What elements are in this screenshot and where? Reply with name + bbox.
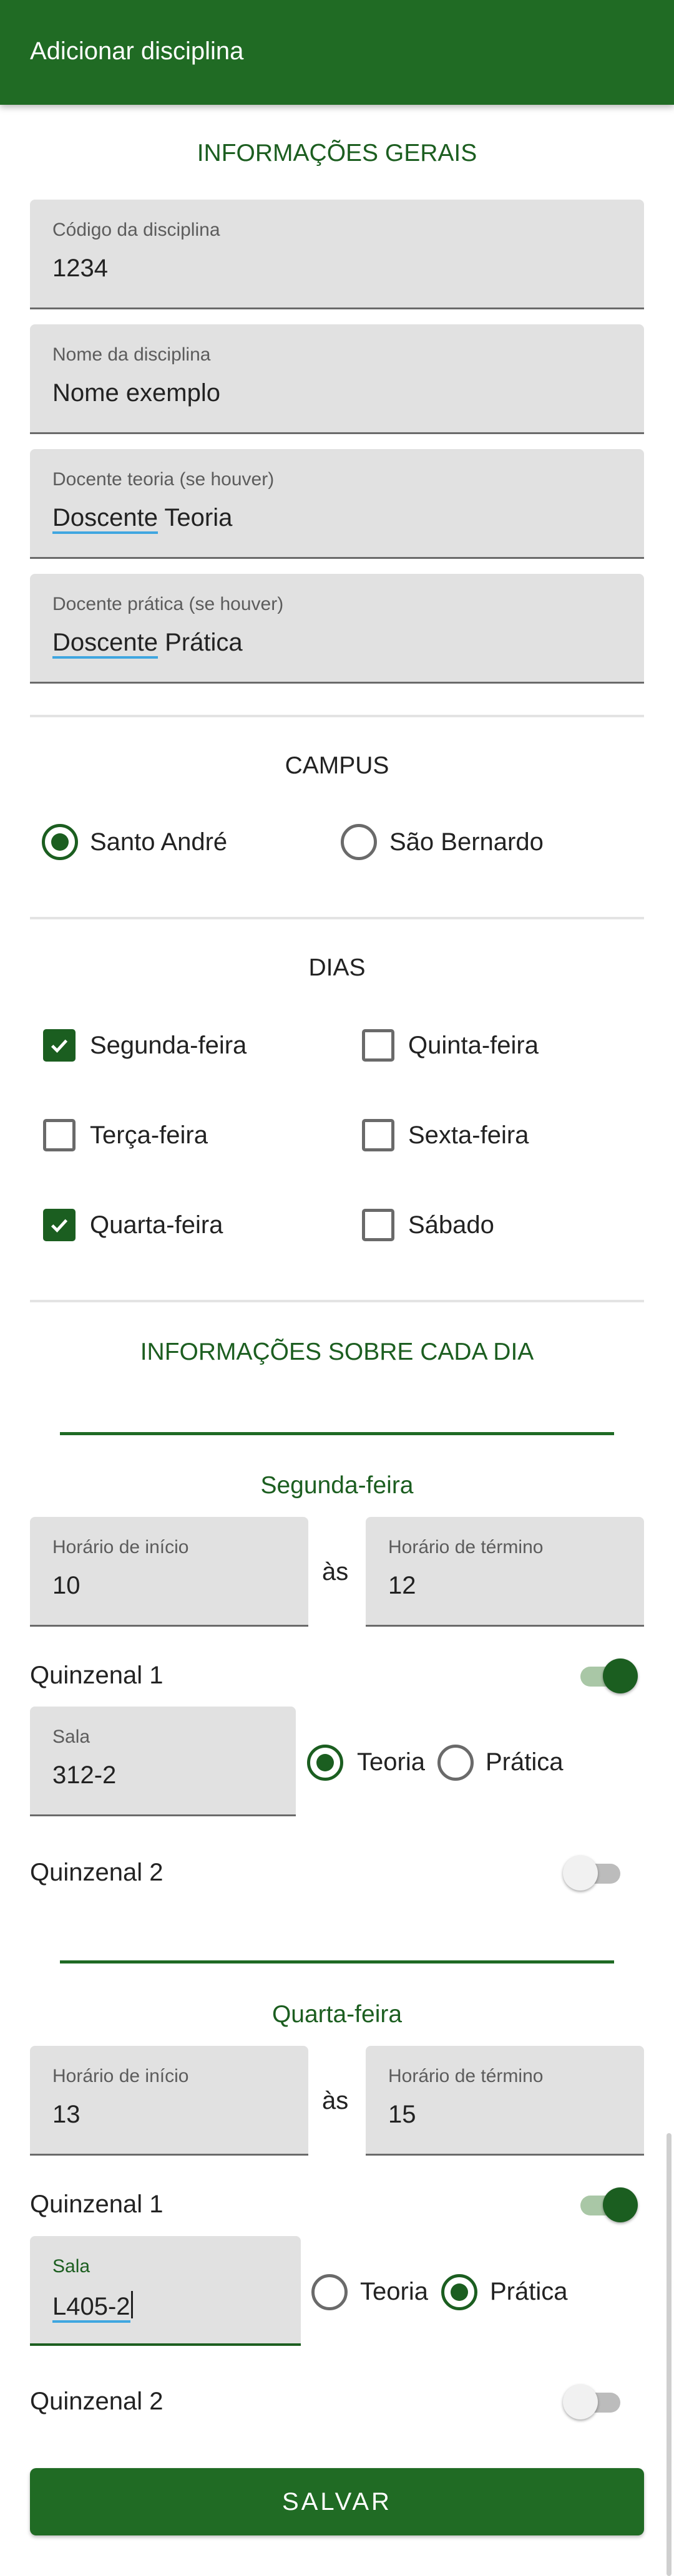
field-value: 10 <box>52 1572 81 1599</box>
field-value: L405-2 <box>52 2291 133 2323</box>
radio-dot <box>51 833 69 851</box>
day-block-title: Quarta-feira <box>271 2001 403 2028</box>
divider <box>30 1300 644 1302</box>
spellcheck-word: Doscente <box>52 629 158 659</box>
campus-radio-sao-bernardo[interactable] <box>341 824 377 860</box>
day-checkbox-sabado[interactable] <box>362 1209 394 1241</box>
day-checkbox-sexta[interactable] <box>362 1119 394 1151</box>
field-value: 12 <box>388 1572 416 1599</box>
field-label: Horário de término <box>388 1537 544 1557</box>
field-label: Docente teoria (se houver) <box>52 469 275 490</box>
practice-teacher-field[interactable]: Docente prática (se houver) Doscente Prá… <box>30 574 644 684</box>
type-radio-teoria[interactable] <box>311 2274 348 2310</box>
save-button[interactable]: SALVAR <box>30 2468 644 2535</box>
field-label: Código da disciplina <box>52 220 220 240</box>
room-field[interactable]: Sala 312-2 <box>30 1707 296 1816</box>
type-label-pratica[interactable]: Prática <box>486 1748 564 1776</box>
radio-dot <box>316 1754 334 1771</box>
quinzenal-1-label: Quinzenal 1 <box>30 1662 164 1689</box>
switch-thumb <box>603 1658 638 1693</box>
campus-label-santo-andre[interactable]: Santo André <box>90 828 227 856</box>
end-time-field[interactable]: Horário de término 12 <box>366 1517 644 1627</box>
scrollbar[interactable] <box>667 2133 672 2576</box>
time-separator: às <box>322 2087 349 2114</box>
field-label: Horário de início <box>52 2066 189 2086</box>
quinzenal-2-label: Quinzenal 2 <box>30 2388 164 2415</box>
field-value: Doscente Prática <box>52 629 243 659</box>
time-separator: às <box>322 1558 349 1586</box>
campus-label-sao-bernardo[interactable]: São Bernardo <box>389 828 544 856</box>
field-label: Nome da disciplina <box>52 344 211 365</box>
day-block-title: Segunda-feira <box>260 1472 414 1499</box>
field-value: 1234 <box>52 254 108 282</box>
switch-thumb <box>603 2187 638 2222</box>
section-title-days: DIAS <box>308 954 366 981</box>
day-label-segunda[interactable]: Segunda-feira <box>90 1032 247 1060</box>
field-value: 15 <box>388 2101 416 2128</box>
course-name-field[interactable]: Nome da disciplina Nome exemplo <box>30 324 644 434</box>
quinzenal-1-switch[interactable] <box>578 2186 638 2223</box>
text-cursor <box>130 2291 133 2318</box>
quinzenal-1-label: Quinzenal 1 <box>30 2191 164 2218</box>
course-code-field[interactable]: Código da disciplina 1234 <box>30 200 644 309</box>
section-title-general: INFORMAÇÕES GERAIS <box>197 140 477 167</box>
app-bar-title: Adicionar disciplina <box>30 37 244 65</box>
day-checkbox-quinta[interactable] <box>362 1029 394 1062</box>
divider <box>30 715 644 717</box>
value-rest: Prática <box>157 629 243 656</box>
type-radio-pratica[interactable] <box>437 1745 474 1781</box>
quinzenal-1-switch[interactable] <box>578 1657 638 1694</box>
check-icon <box>51 1219 68 1232</box>
section-title-day-info: INFORMAÇÕES SOBRE CADA DIA <box>140 1339 534 1365</box>
field-label: Horário de término <box>388 2066 544 2086</box>
field-label: Sala <box>52 2256 90 2277</box>
type-label-teoria[interactable]: Teoria <box>357 1748 425 1776</box>
day-label-quarta[interactable]: Quarta-feira <box>90 1211 223 1239</box>
quinzenal-2-label: Quinzenal 2 <box>30 1859 164 1886</box>
value-rest: Teoria <box>157 504 233 531</box>
field-label: Sala <box>52 1726 90 1747</box>
day-label-sexta[interactable]: Sexta-feira <box>408 1121 529 1150</box>
day-checkbox-quarta[interactable] <box>43 1209 76 1241</box>
spellcheck-word: L405-2 <box>52 2293 130 2323</box>
field-value: 312-2 <box>52 1761 117 1789</box>
day-separator-line <box>60 1432 614 1435</box>
day-label-sabado[interactable]: Sábado <box>408 1211 494 1239</box>
campus-radio-santo-andre[interactable] <box>42 824 78 860</box>
room-field[interactable]: Sala L405-2 <box>30 2236 301 2346</box>
day-checkbox-terca[interactable] <box>43 1119 76 1151</box>
day-separator-line <box>60 1960 614 1963</box>
type-label-teoria[interactable]: Teoria <box>360 2278 428 2306</box>
section-title-campus: CAMPUS <box>285 752 389 779</box>
start-time-field[interactable]: Horário de início 10 <box>30 1517 308 1627</box>
spellcheck-word: Doscente <box>52 504 158 534</box>
field-value: Nome exemplo <box>52 379 221 407</box>
field-value: Doscente Teoria <box>52 504 233 534</box>
field-label: Horário de início <box>52 1537 189 1557</box>
switch-thumb <box>563 2385 598 2419</box>
radio-dot <box>451 2283 468 2301</box>
switch-thumb <box>563 1856 598 1891</box>
theory-teacher-field[interactable]: Docente teoria (se houver) Doscente Teor… <box>30 449 644 559</box>
start-time-field[interactable]: Horário de início 13 <box>30 2046 308 2156</box>
field-value: 13 <box>52 2101 81 2128</box>
quinzenal-2-switch[interactable] <box>563 1854 623 1891</box>
day-checkbox-segunda[interactable] <box>43 1029 76 1062</box>
day-label-quinta[interactable]: Quinta-feira <box>408 1032 539 1060</box>
end-time-field[interactable]: Horário de término 15 <box>366 2046 644 2156</box>
check-icon <box>51 1039 68 1053</box>
type-radio-pratica[interactable] <box>441 2274 477 2310</box>
type-label-pratica[interactable]: Prática <box>490 2278 568 2306</box>
app-bar: Adicionar disciplina <box>0 0 674 105</box>
field-label: Docente prática (se houver) <box>52 594 284 614</box>
divider <box>30 917 644 919</box>
quinzenal-2-switch[interactable] <box>563 2383 623 2420</box>
type-radio-teoria[interactable] <box>307 1745 343 1781</box>
day-label-terca[interactable]: Terça-feira <box>90 1121 208 1150</box>
